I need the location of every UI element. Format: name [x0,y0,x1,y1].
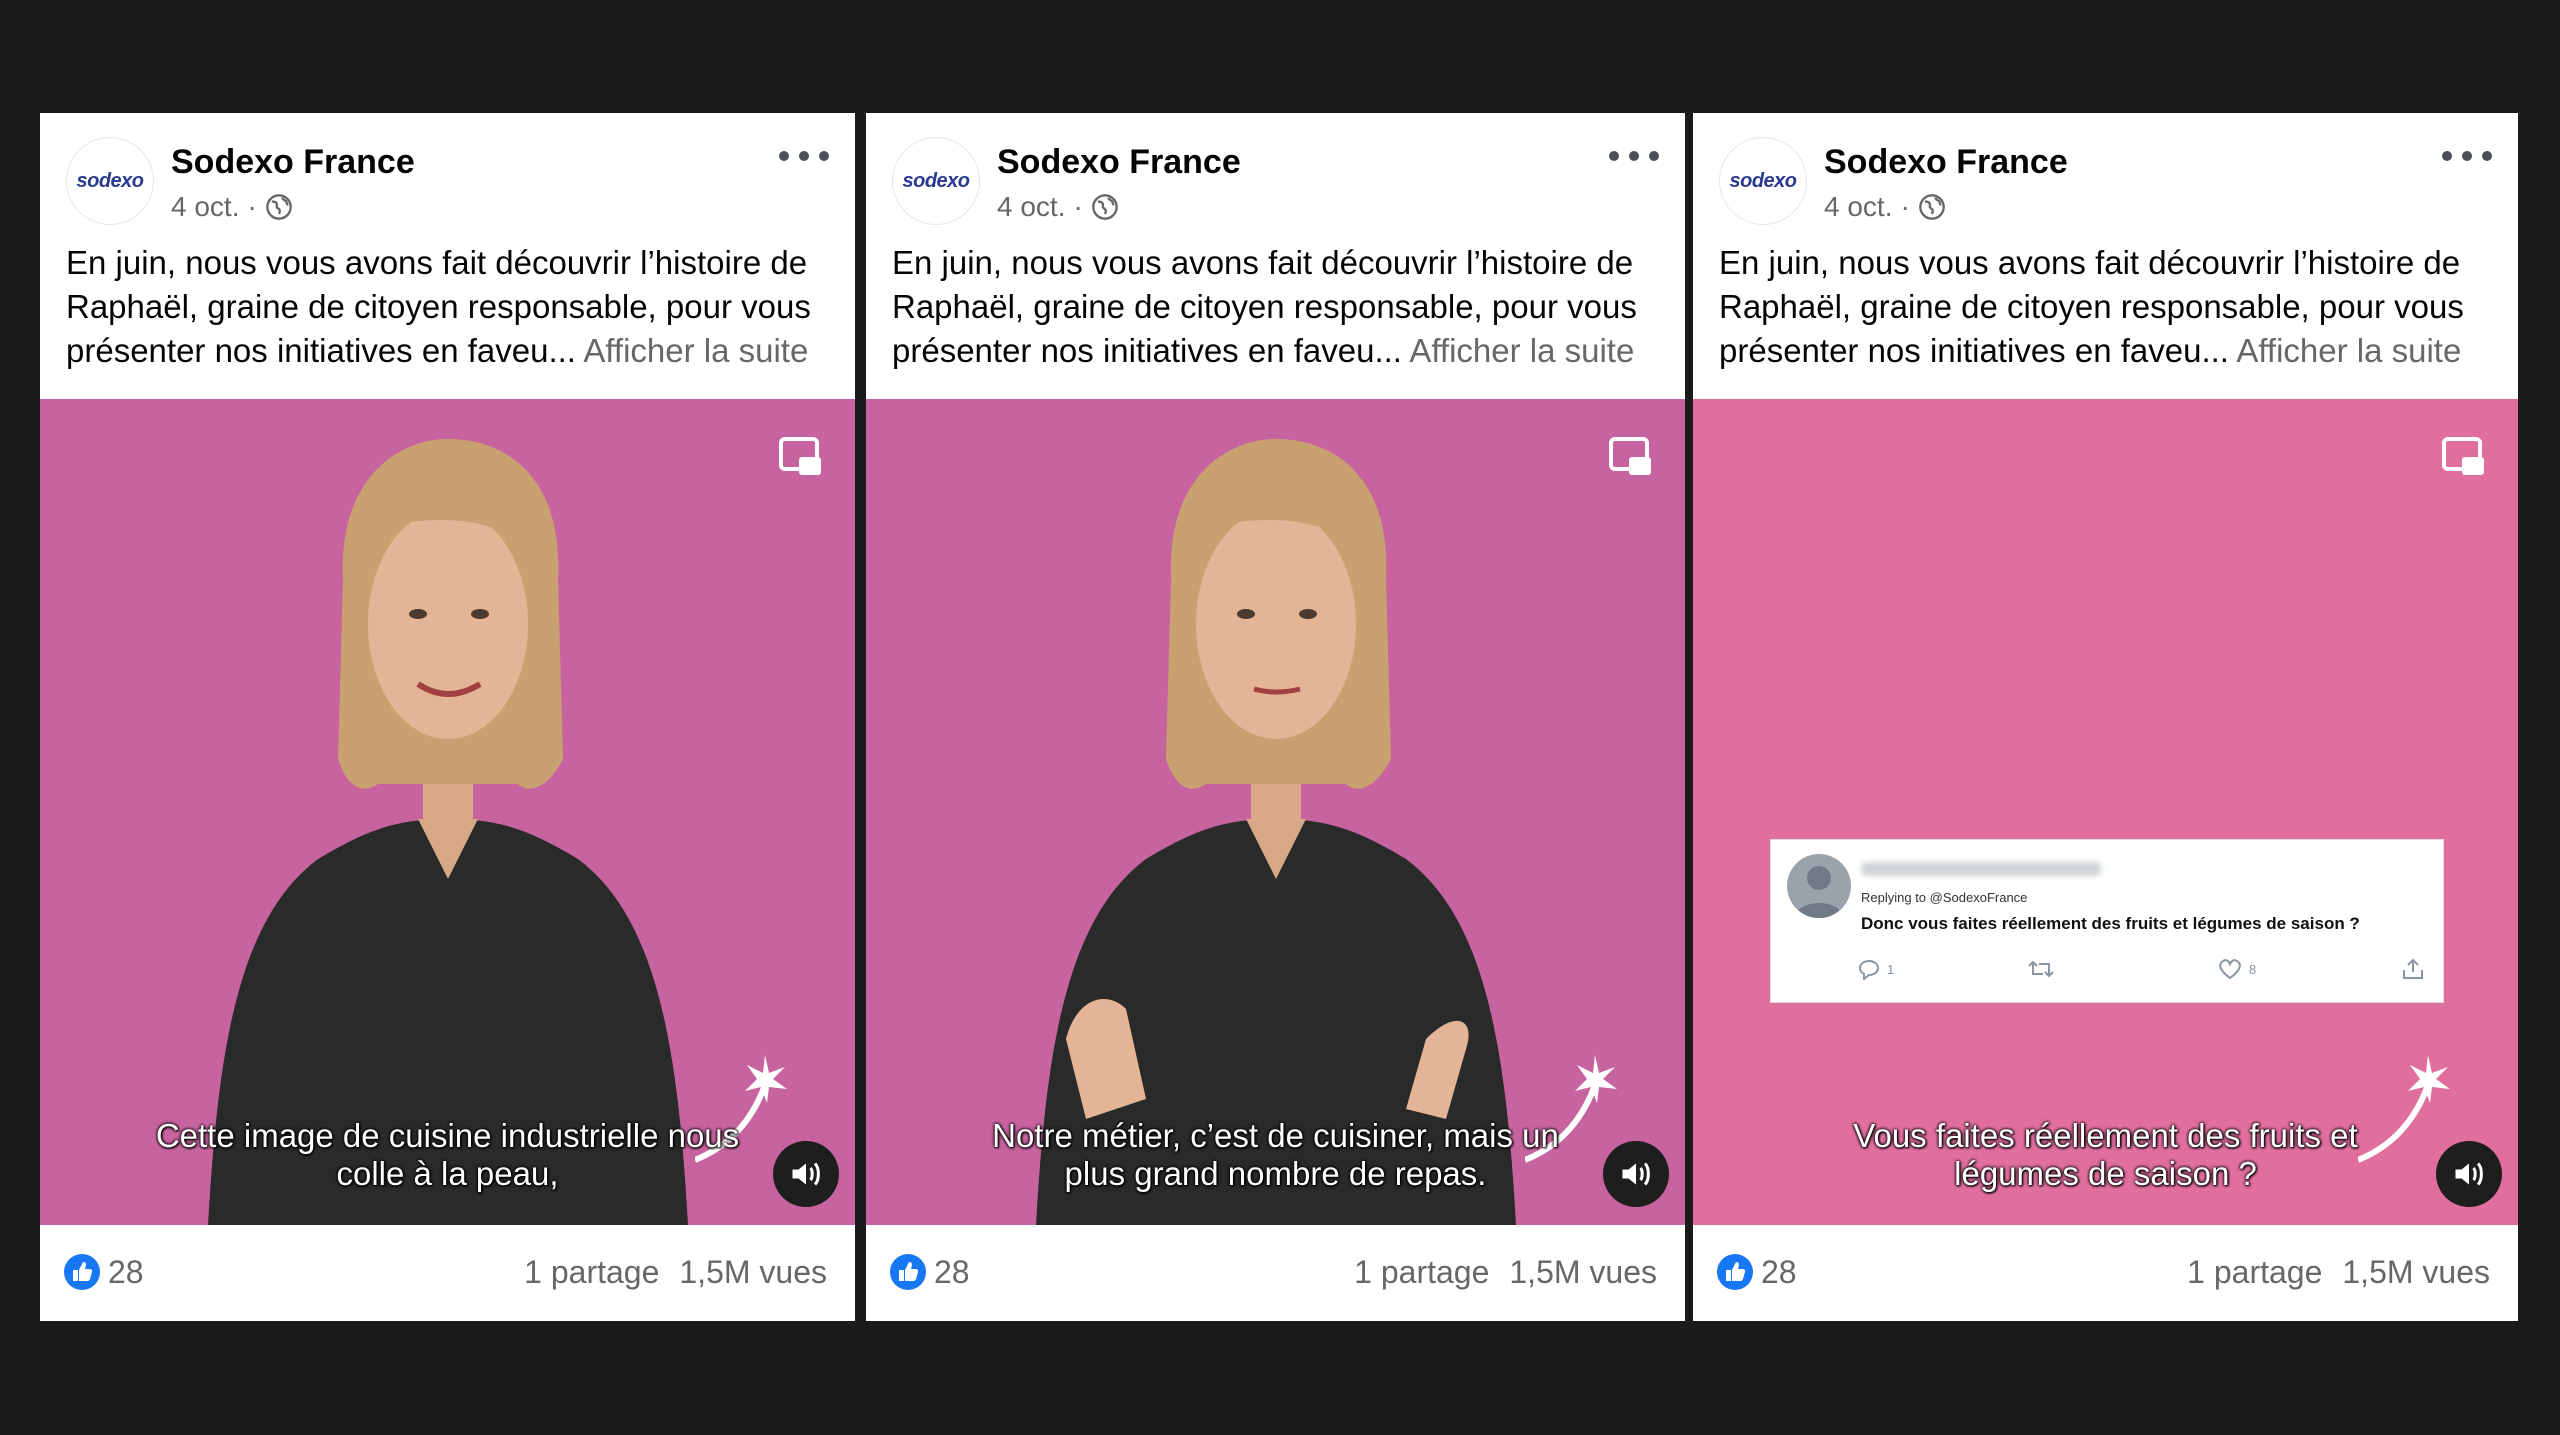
sodexo-logo: sodexo [76,169,144,192]
page-name-link[interactable]: Sodexo France [1824,143,2068,182]
more-options-button[interactable] [2442,143,2492,169]
video-player[interactable]: Replying to @SodexoFrance Donc vous fait… [1693,399,2518,1225]
post-date[interactable]: 4 oct. [1824,191,1892,223]
engagement-stats: 1 partage 1,5M vues [1354,1254,1657,1291]
view-count: 1,5M vues [679,1254,827,1290]
tweet-like-count: 8 [2249,961,2257,977]
pip-icon[interactable] [1607,433,1655,481]
meta-separator: · [247,191,257,222]
post-footer: 28 1 partage 1,5M vues [866,1225,1685,1321]
pip-icon[interactable] [777,433,825,481]
more-options-button[interactable] [1609,143,1659,169]
like-count[interactable]: 28 [934,1254,970,1291]
post-text: En juin, nous vous avons fait découvrir … [1719,241,2492,373]
video-subtitle: Cette image de cuisine industrielle nous… [155,1117,740,1192]
tweet-text: Donc vous faites réellement des fruits e… [1861,914,2360,933]
post-footer: 28 1 partage 1,5M vues [1693,1225,2518,1321]
tweet-retweet-action [2027,958,2055,980]
meta-separator: · [1900,191,1910,222]
video-frame-person [1035,439,1516,1225]
pip-icon[interactable] [2440,433,2488,481]
globe-icon [1918,194,1945,220]
post-text: En juin, nous vous avons fait découvrir … [892,241,1659,373]
post-meta: 4 oct. · [1824,191,1946,223]
tweet-reply-action: 1 [1857,958,1894,980]
tweet-reply-to: Replying to @SodexoFrance [1861,890,2028,905]
sound-toggle-button[interactable] [1603,1141,1669,1207]
heart-icon [2219,959,2241,980]
post-header: sodexo Sodexo France 4 oct. · En juin, n… [1693,113,2518,398]
tweet-reply-count: 1 [1887,961,1895,977]
tweet-card: Replying to @SodexoFrance Donc vous fait… [1770,839,2444,1003]
share-count[interactable]: 1 partage [2187,1254,2322,1291]
video-player[interactable]: Notre métier, c’est de cuisiner, mais un… [866,399,1685,1225]
page-avatar[interactable]: sodexo [892,137,980,225]
page-avatar[interactable]: sodexo [66,137,154,225]
post-meta: 4 oct. · [997,191,1119,223]
post-footer: 28 1 partage 1,5M vues [40,1225,855,1321]
retweet-icon [2028,960,2054,978]
post-header: sodexo Sodexo France 4 oct. · En juin, n… [866,113,1685,398]
like-icon[interactable] [1717,1254,1753,1290]
sound-toggle-button[interactable] [773,1141,839,1207]
like-count[interactable]: 28 [108,1254,144,1291]
share-count[interactable]: 1 partage [1354,1254,1489,1291]
like-icon[interactable] [64,1254,100,1290]
tweet-author-blurred [1861,862,2101,876]
like-icon[interactable] [890,1254,926,1290]
video-player[interactable]: Cette image de cuisine industrielle nous… [40,399,855,1225]
engagement-stats: 1 partage 1,5M vues [524,1254,827,1291]
tweet-like-action: 8 [2217,958,2256,980]
sound-icon [792,1162,820,1186]
globe-icon [265,194,292,220]
tweet-actions: 1 8 [1857,958,2423,984]
engagement-stats: 1 partage 1,5M vues [2187,1254,2490,1291]
post-card: sodexo Sodexo France 4 oct. · En juin, n… [40,113,855,1321]
sodexo-logo: sodexo [1729,169,1797,192]
globe-icon [1091,194,1118,220]
video-subtitle: Vous faites réellement des fruits et lég… [1853,1117,2358,1192]
view-count: 1,5M vues [2342,1254,2490,1290]
sound-icon [1622,1162,1650,1186]
see-more-link[interactable]: Afficher la suite [1409,332,1634,369]
post-meta: 4 oct. · [171,191,293,223]
share-count[interactable]: 1 partage [524,1254,659,1291]
page-avatar[interactable]: sodexo [1719,137,1807,225]
video-frame-person [207,439,688,1225]
sodexo-logo: sodexo [902,169,970,192]
page-name-link[interactable]: Sodexo France [171,143,415,182]
view-count: 1,5M vues [1509,1254,1657,1290]
share-icon [2403,958,2423,979]
tweet-avatar [1787,854,1851,918]
post-card: sodexo Sodexo France 4 oct. · En juin, n… [1693,113,2518,1321]
see-more-link[interactable]: Afficher la suite [2236,332,2461,369]
post-card: sodexo Sodexo France 4 oct. · En juin, n… [866,113,1685,1321]
tweet-share-action [2401,958,2425,980]
video-subtitle: Notre métier, c’est de cuisiner, mais un… [992,1117,1559,1192]
page-name-link[interactable]: Sodexo France [997,143,1241,182]
sound-toggle-button[interactable] [2436,1141,2502,1207]
meta-separator: · [1073,191,1083,222]
sound-icon [2455,1162,2483,1186]
see-more-link[interactable]: Afficher la suite [583,332,808,369]
more-options-button[interactable] [779,143,829,169]
post-text: En juin, nous vous avons fait découvrir … [66,241,829,373]
post-date[interactable]: 4 oct. [171,191,239,223]
post-date[interactable]: 4 oct. [997,191,1065,223]
reply-icon [1858,959,1880,980]
post-header: sodexo Sodexo France 4 oct. · En juin, n… [40,113,855,398]
like-count[interactable]: 28 [1761,1254,1797,1291]
